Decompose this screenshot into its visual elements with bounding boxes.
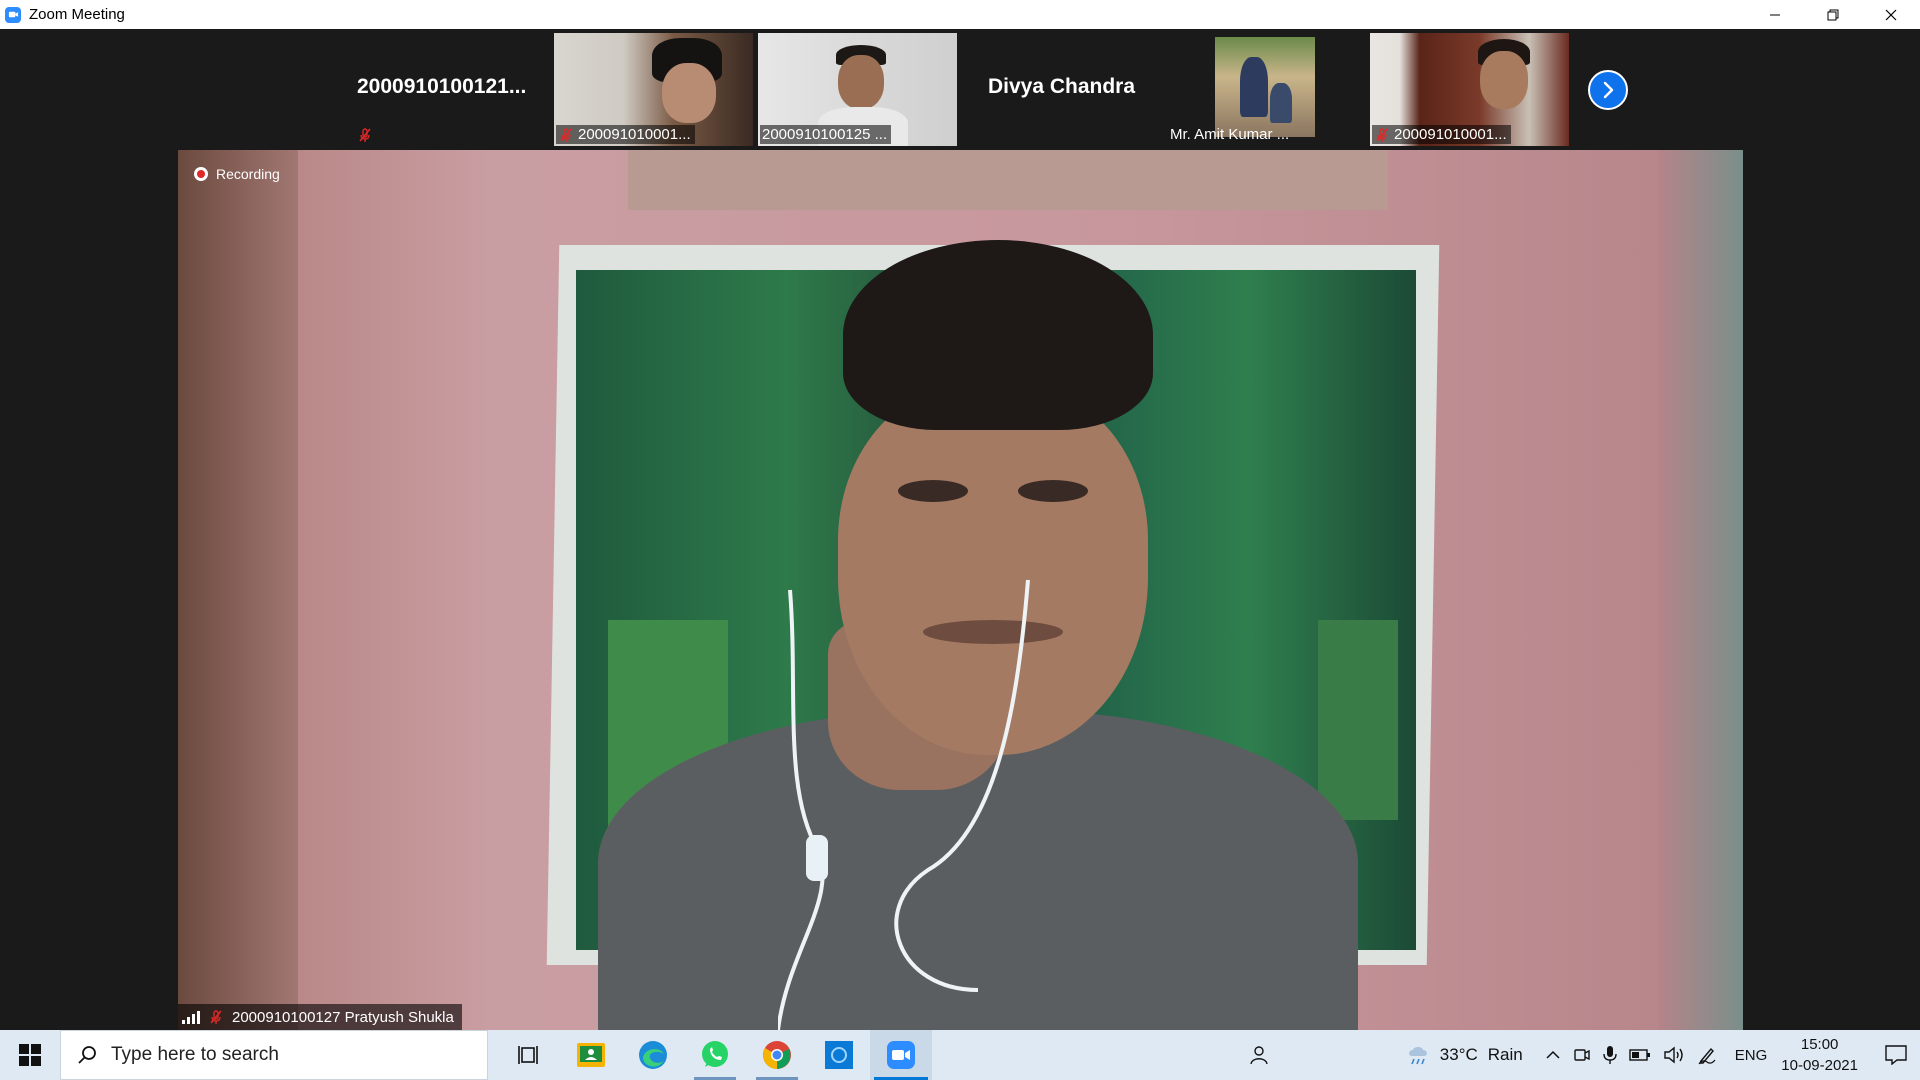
taskbar-app-classroom[interactable] <box>560 1030 622 1080</box>
start-button[interactable] <box>0 1030 60 1080</box>
video-background-left-edge <box>178 150 298 1030</box>
clock-time: 15:00 <box>1800 1036 1839 1053</box>
zoom-icon <box>887 1041 915 1069</box>
chrome-icon <box>763 1041 791 1069</box>
task-view-button[interactable] <box>498 1030 560 1080</box>
taskbar-clock[interactable]: 15:00 10-09-2021 <box>1781 1034 1858 1076</box>
pen-icon <box>1698 1047 1716 1065</box>
video-background-right-edge <box>1658 150 1743 1030</box>
edge-icon <box>639 1041 667 1069</box>
participant-tile[interactable]: 2000910100121... <box>351 33 550 146</box>
battery-button[interactable] <box>1629 1048 1651 1062</box>
muted-mic-icon <box>1374 127 1390 143</box>
windows-taskbar: Type here to search 33°C Rain ENG 15:00 … <box>0 1030 1920 1080</box>
taskbar-app-whatsapp[interactable] <box>684 1030 746 1080</box>
pen-workspace-button[interactable] <box>1697 1045 1717 1065</box>
participant-name: 200091010001... <box>578 126 691 143</box>
participant-video-face <box>838 55 884 109</box>
weather-widget[interactable]: 33°C Rain <box>1406 1044 1523 1066</box>
speaker-name-label: 2000910100127 Pratyush Shukla <box>178 1004 462 1030</box>
clock-date: 10-09-2021 <box>1781 1057 1858 1074</box>
participant-name: 2000910100125 ... <box>762 126 888 143</box>
taskbar-app-chrome[interactable] <box>746 1030 808 1080</box>
participant-name: 2000910100121... <box>357 75 527 98</box>
video-person-eye <box>898 480 968 502</box>
weather-temperature: 33°C <box>1439 1045 1478 1064</box>
recording-dot-icon <box>194 167 208 181</box>
video-person-hair <box>843 240 1153 430</box>
participant-video-face <box>1480 51 1528 109</box>
gallery-strip: 2000910100121... 200091010001... 2000910… <box>0 29 1920 149</box>
microphone-icon <box>1603 1046 1617 1064</box>
participant-name: 200091010001... <box>1394 126 1507 143</box>
signal-strength-icon <box>182 1010 200 1024</box>
taskbar-app-zoom[interactable] <box>870 1030 932 1080</box>
speaker-name: 2000910100127 Pratyush Shukla <box>232 1008 454 1026</box>
taskbar-search-box[interactable]: Type here to search <box>60 1030 488 1080</box>
muted-mic-icon <box>357 127 373 143</box>
chevron-up-icon <box>1546 1050 1560 1059</box>
active-speaker-video[interactable]: Recording 2000910100127 Pratyush Shukla <box>178 150 1743 1030</box>
video-window-panel <box>1318 620 1398 820</box>
weather-description: Rain <box>1487 1045 1523 1064</box>
system-tray: 33°C Rain ENG 15:00 10-09-2021 <box>1242 1030 1920 1080</box>
muted-mic-icon <box>558 127 574 143</box>
participant-tile[interactable]: 200091010001... <box>1370 33 1569 146</box>
camera-icon <box>1574 1049 1590 1061</box>
participant-name: Mr. Amit Kumar ... <box>1170 126 1290 143</box>
show-hidden-icons-button[interactable] <box>1545 1050 1561 1060</box>
taskbar-app-unknown[interactable] <box>808 1030 870 1080</box>
microphone-button[interactable] <box>1603 1045 1617 1065</box>
window-title: Zoom Meeting <box>29 6 125 23</box>
title-bar: Zoom Meeting <box>0 0 1920 29</box>
people-icon <box>1250 1046 1268 1065</box>
zoom-app-icon <box>5 6 21 23</box>
speaker-volume-icon <box>1664 1046 1683 1064</box>
participant-picture-figure <box>1240 57 1268 117</box>
task-view-icon <box>518 1046 538 1064</box>
minimize-button[interactable] <box>1746 0 1804 29</box>
participant-tile[interactable]: 200091010001... <box>554 33 753 146</box>
notification-icon <box>1885 1045 1907 1065</box>
participant-tile[interactable]: Mr. Amit Kumar ... <box>1166 33 1365 146</box>
rain-cloud-icon <box>1408 1047 1427 1065</box>
participant-picture-figure <box>1270 83 1292 123</box>
search-icon <box>78 1046 96 1064</box>
next-page-button[interactable] <box>1588 70 1628 110</box>
meet-now-button[interactable] <box>1573 1046 1591 1064</box>
battery-icon <box>1629 1049 1650 1061</box>
windows-logo-icon <box>19 1044 41 1066</box>
close-button[interactable] <box>1862 0 1920 29</box>
video-background-shelf <box>628 150 1388 210</box>
recording-label: Recording <box>216 166 280 182</box>
taskbar-app-edge[interactable] <box>622 1030 684 1080</box>
chevron-right-icon <box>1603 81 1614 99</box>
participant-tile[interactable]: 2000910100125 ... <box>758 33 957 146</box>
restore-button[interactable] <box>1804 0 1862 29</box>
recording-indicator: Recording <box>194 166 280 182</box>
volume-button[interactable] <box>1663 1046 1685 1064</box>
input-language[interactable]: ENG <box>1735 1047 1768 1064</box>
participant-name: Divya Chandra <box>987 75 1136 98</box>
video-person-eye <box>1018 480 1088 502</box>
people-button[interactable] <box>1248 1045 1270 1065</box>
app-icon <box>825 1041 853 1069</box>
participant-tile[interactable]: Divya Chandra <box>962 33 1161 146</box>
participant-video-face <box>662 63 716 123</box>
muted-mic-icon <box>208 1009 224 1025</box>
google-classroom-icon <box>577 1043 605 1067</box>
action-center-button[interactable] <box>1872 1030 1920 1080</box>
search-placeholder: Type here to search <box>111 1044 279 1065</box>
whatsapp-icon <box>702 1041 728 1067</box>
video-earphones <box>778 579 1030 1030</box>
